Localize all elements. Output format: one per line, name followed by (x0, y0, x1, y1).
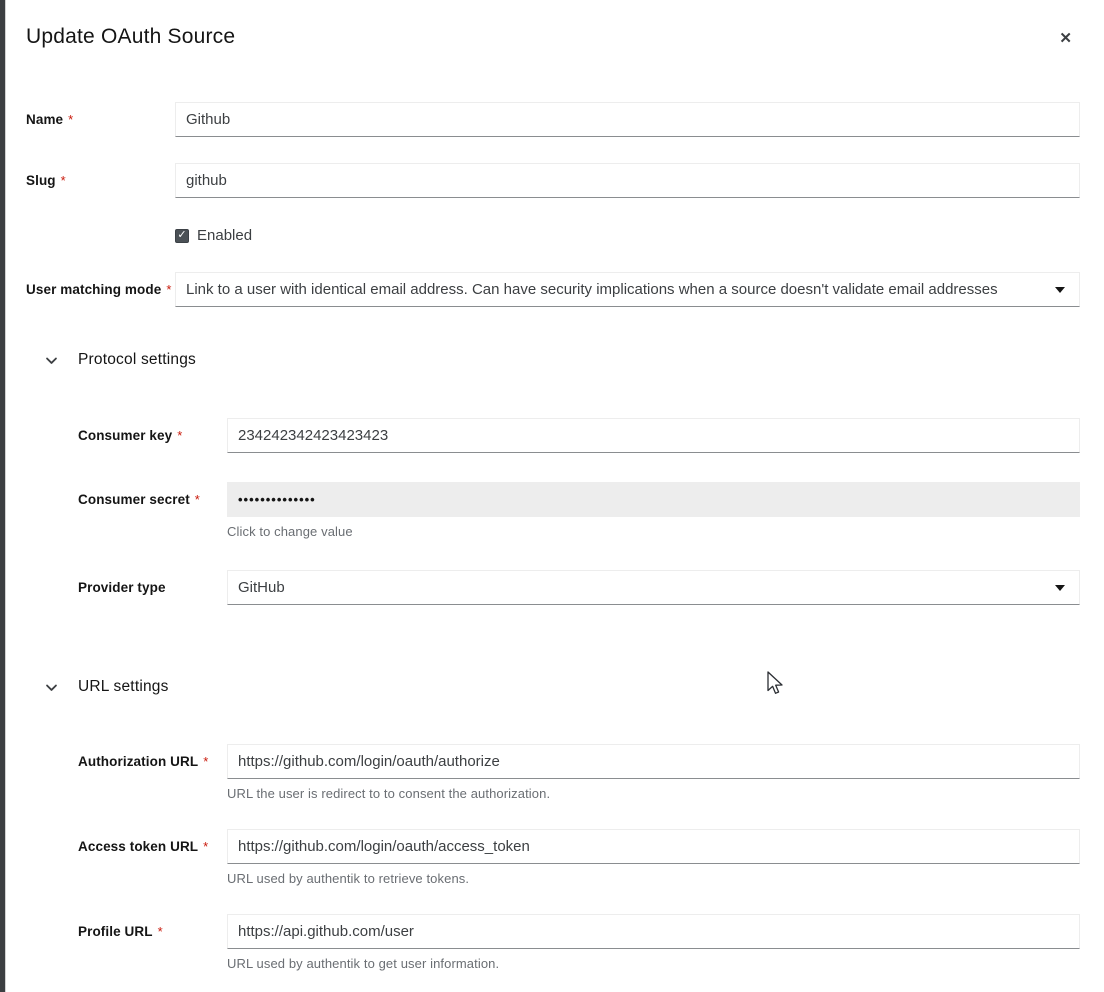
required-asterisk: * (203, 754, 208, 769)
consumer-key-label: Consumer key* (78, 418, 227, 453)
consumer-secret-row: Consumer secret* Click to change value (78, 482, 1080, 539)
consumer-secret-help: Click to change value (227, 524, 1080, 539)
caret-down-icon (1055, 585, 1065, 591)
required-asterisk: * (177, 428, 182, 443)
profile-url-label: Profile URL* (78, 914, 227, 949)
consumer-secret-input[interactable] (227, 482, 1080, 517)
name-label: Name* (26, 102, 175, 137)
access-token-url-label: Access token URL* (78, 829, 227, 864)
modal-title: Update OAuth Source (26, 25, 235, 49)
protocol-settings-toggle[interactable]: Protocol settings (45, 351, 1080, 369)
protocol-settings-title: Protocol settings (78, 351, 196, 369)
authorization-url-help: URL the user is redirect to to consent t… (227, 786, 1080, 801)
provider-type-select[interactable]: GitHub (227, 570, 1080, 605)
required-asterisk: * (166, 282, 171, 297)
required-asterisk: * (158, 924, 163, 939)
authorization-url-input[interactable] (227, 744, 1080, 779)
caret-down-icon (1055, 287, 1065, 293)
name-input[interactable] (175, 102, 1080, 137)
access-token-url-help: URL used by authentik to retrieve tokens… (227, 871, 1080, 886)
access-token-url-input[interactable] (227, 829, 1080, 864)
chevron-down-icon (45, 681, 58, 694)
consumer-secret-label: Consumer secret* (78, 482, 227, 517)
authorization-url-label: Authorization URL* (78, 744, 227, 779)
enabled-checkbox[interactable]: ✓ (175, 229, 189, 243)
slug-input[interactable] (175, 163, 1080, 198)
user-matching-mode-value: Link to a user with identical email addr… (186, 281, 998, 298)
profile-url-row: Profile URL* URL used by authentik to ge… (78, 914, 1080, 971)
required-asterisk: * (61, 173, 66, 188)
slug-field-row: Slug* (26, 163, 1080, 198)
url-settings-title: URL settings (78, 678, 169, 696)
slug-label: Slug* (26, 163, 175, 198)
profile-url-help: URL used by authentik to get user inform… (227, 956, 1080, 971)
url-settings-toggle[interactable]: URL settings (45, 678, 1080, 696)
enabled-label[interactable]: Enabled (197, 227, 252, 244)
user-matching-mode-select[interactable]: Link to a user with identical email addr… (175, 272, 1080, 307)
consumer-key-input[interactable] (227, 418, 1080, 453)
enabled-field-row: ✓ Enabled (175, 227, 1080, 244)
chevron-down-icon (45, 354, 58, 367)
background-edge-line (5, 0, 6, 992)
close-icon[interactable]: ✕ (1051, 27, 1080, 50)
required-asterisk: * (203, 839, 208, 854)
provider-type-row: Provider type GitHub (78, 570, 1080, 605)
user-matching-mode-label: User matching mode* (26, 272, 175, 307)
consumer-key-row: Consumer key* (78, 418, 1080, 453)
provider-type-value: GitHub (238, 579, 285, 596)
modal-header: Update OAuth Source ✕ (26, 25, 1080, 50)
update-oauth-source-modal: Update OAuth Source ✕ Name* Slug* ✓ Enab… (0, 0, 1104, 992)
required-asterisk: * (195, 492, 200, 507)
profile-url-input[interactable] (227, 914, 1080, 949)
required-asterisk: * (68, 112, 73, 127)
name-field-row: Name* (26, 102, 1080, 137)
access-token-url-row: Access token URL* URL used by authentik … (78, 829, 1080, 886)
provider-type-label: Provider type (78, 570, 227, 605)
user-matching-mode-row: User matching mode* Link to a user with … (26, 272, 1080, 307)
authorization-url-row: Authorization URL* URL the user is redir… (78, 744, 1080, 801)
